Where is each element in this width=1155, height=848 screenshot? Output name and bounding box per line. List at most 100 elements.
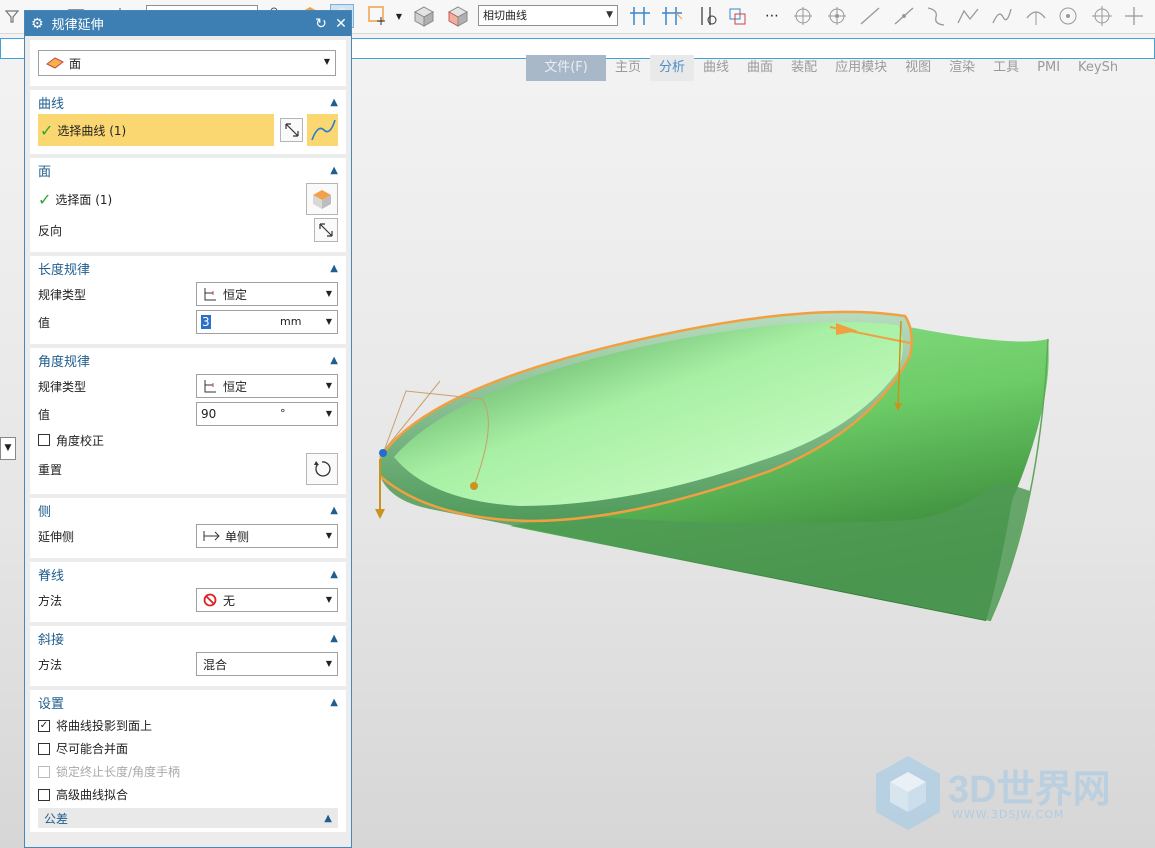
angle-law-type-label: 规律类型: [38, 379, 87, 394]
spine-method-dropdown[interactable]: 无 ▼: [196, 588, 338, 612]
settings-header[interactable]: 设置 ▲: [38, 690, 338, 714]
collapse-caret-icon[interactable]: ▲: [330, 355, 338, 366]
spline-curve-icon: [310, 119, 336, 141]
angle-law-section: 角度规律 ▲ 规律类型 恒定 ▼ 值 90 ° ▼ 角度校正 重置: [30, 348, 346, 494]
break-at-intersection-icon[interactable]: [628, 4, 652, 28]
tab-application[interactable]: 应用模块: [826, 55, 896, 81]
select-curve-row[interactable]: ✓ 选择曲线 (1): [38, 114, 274, 146]
curve-selector-button[interactable]: [307, 114, 338, 146]
advanced-fit-checkbox[interactable]: [38, 788, 50, 801]
curve-tangent-icon[interactable]: [924, 4, 948, 28]
reset-button[interactable]: [306, 453, 338, 485]
face-section-title: 面: [38, 164, 52, 180]
reset-dialog-icon[interactable]: ↻: [311, 16, 331, 32]
reset-arrow-icon: [314, 461, 331, 477]
tolerance-subsection-header[interactable]: 公差 ▲: [38, 808, 338, 828]
watermark-url: WWW.3DSJW.COM: [952, 808, 1065, 821]
merge-faces-checkbox[interactable]: [38, 742, 50, 755]
miter-method-dropdown[interactable]: 混合 ▼: [196, 652, 338, 676]
tab-render[interactable]: 渲染: [940, 55, 984, 81]
collapse-caret-icon[interactable]: ▲: [324, 813, 332, 824]
cone-model-render: [375, 310, 1049, 622]
length-value-input[interactable]: 3 mm ▼: [196, 310, 338, 334]
ribbon-tabs: 文件(F) 主页 分析 曲线 曲面 装配 应用模块 视图 渲染 工具 PMI K…: [526, 55, 1127, 81]
tab-analysis[interactable]: 分析: [650, 55, 695, 81]
extend-side-dropdown[interactable]: 单侧 ▼: [196, 524, 338, 548]
angle-law-type-dropdown[interactable]: 恒定 ▼: [196, 374, 338, 398]
polyline-icon[interactable]: [956, 4, 980, 28]
collapse-caret-icon[interactable]: ▲: [330, 97, 338, 108]
project-curve-label: 将曲线投影到面上: [56, 719, 153, 733]
gear-icon[interactable]: ⚙: [31, 16, 44, 32]
tab-view[interactable]: 视图: [896, 55, 940, 81]
miter-section: 斜接 ▲ 方法 混合 ▼: [30, 626, 346, 686]
constant-law-icon: [204, 380, 216, 393]
curve-rule-select[interactable]: 相切曲线 ▼: [478, 5, 618, 26]
curve-section-header[interactable]: 曲线 ▲: [38, 90, 338, 114]
collapse-caret-icon[interactable]: ▲: [330, 633, 338, 644]
feature-curves-icon[interactable]: [726, 4, 750, 28]
type-value: 面: [69, 56, 82, 71]
lock-handles-checkbox[interactable]: [38, 765, 50, 778]
more-icon[interactable]: ⋯: [760, 4, 784, 28]
spline-icon[interactable]: [990, 4, 1014, 28]
merge-faces-label: 尽可能合并面: [56, 742, 129, 756]
reverse-face-button[interactable]: [314, 218, 338, 242]
angle-value-input[interactable]: 90 ° ▼: [196, 402, 338, 426]
tab-file[interactable]: 文件(F): [526, 55, 606, 81]
collapse-caret-icon[interactable]: ▲: [330, 165, 338, 176]
face-selector-button[interactable]: [306, 183, 338, 215]
collapse-caret-icon[interactable]: ▲: [330, 263, 338, 274]
angle-value-label: 值: [38, 407, 51, 422]
watermark-logo-icon: [876, 756, 940, 830]
dropdown-arrow-icon[interactable]: ▼: [392, 4, 406, 28]
collapse-caret-icon[interactable]: ▲: [330, 569, 338, 580]
circle-point-icon[interactable]: [1056, 4, 1080, 28]
tab-curve[interactable]: 曲线: [694, 55, 738, 81]
select-curve-label: 选择曲线 (1): [57, 123, 127, 138]
graphics-viewport[interactable]: [350, 81, 1155, 848]
tab-assembly[interactable]: 装配: [782, 55, 826, 81]
quadrant-icon[interactable]: [1090, 4, 1114, 28]
face-cube-icon[interactable]: [446, 4, 470, 28]
select-filter-icon[interactable]: [0, 4, 24, 28]
project-curve-checkbox[interactable]: ✓: [38, 719, 50, 732]
miter-method-label: 方法: [38, 657, 63, 672]
intersection-icon[interactable]: [660, 4, 684, 28]
tab-home[interactable]: 主页: [606, 55, 650, 81]
type-dropdown[interactable]: 面 ▼: [38, 50, 336, 76]
reverse-direction-button[interactable]: [280, 118, 304, 142]
dialog-title: 规律延伸: [51, 18, 104, 33]
length-law-header[interactable]: 长度规律 ▲: [38, 256, 338, 280]
face-section-header[interactable]: 面 ▲: [38, 158, 338, 182]
length-law-type-label: 规律类型: [38, 287, 87, 302]
collapse-caret-icon[interactable]: ▲: [330, 697, 338, 708]
reverse-label: 反向: [38, 223, 63, 238]
tab-tools[interactable]: 工具: [984, 55, 1028, 81]
snap-end-icon[interactable]: [792, 4, 816, 28]
snap-center-icon[interactable]: [826, 4, 850, 28]
path-icon[interactable]: [696, 4, 720, 28]
length-law-type-dropdown[interactable]: 恒定 ▼: [196, 282, 338, 306]
solid-cube-icon[interactable]: [412, 4, 436, 28]
point-icon[interactable]: [1122, 4, 1146, 28]
tab-pmi[interactable]: PMI: [1028, 55, 1069, 81]
tab-surface[interactable]: 曲面: [738, 55, 782, 81]
line-midpoint-icon[interactable]: [892, 4, 916, 28]
select-face-row[interactable]: ✓ 选择面 (1): [38, 190, 112, 209]
angle-correct-checkbox[interactable]: [38, 434, 50, 446]
miter-header[interactable]: 斜接 ▲: [38, 626, 338, 650]
collapse-caret-icon[interactable]: ▲: [330, 505, 338, 516]
close-icon[interactable]: ✕: [331, 16, 351, 32]
arc-icon[interactable]: [1024, 4, 1048, 28]
angle-law-header[interactable]: 角度规律 ▲: [38, 348, 338, 372]
resource-bar-toggle[interactable]: ▼: [0, 437, 16, 460]
spine-header[interactable]: 脊线 ▲: [38, 562, 338, 586]
side-header[interactable]: 侧 ▲: [38, 498, 338, 522]
tab-keyshot[interactable]: KeySh: [1069, 55, 1127, 81]
edge-select-icon[interactable]: [366, 4, 390, 28]
single-side-arrow-icon: [203, 531, 220, 541]
dialog-title-bar[interactable]: ⚙ 规律延伸 ↻ ✕: [25, 11, 351, 36]
line-icon[interactable]: [858, 4, 882, 28]
type-section: 面 ▼: [30, 40, 346, 86]
